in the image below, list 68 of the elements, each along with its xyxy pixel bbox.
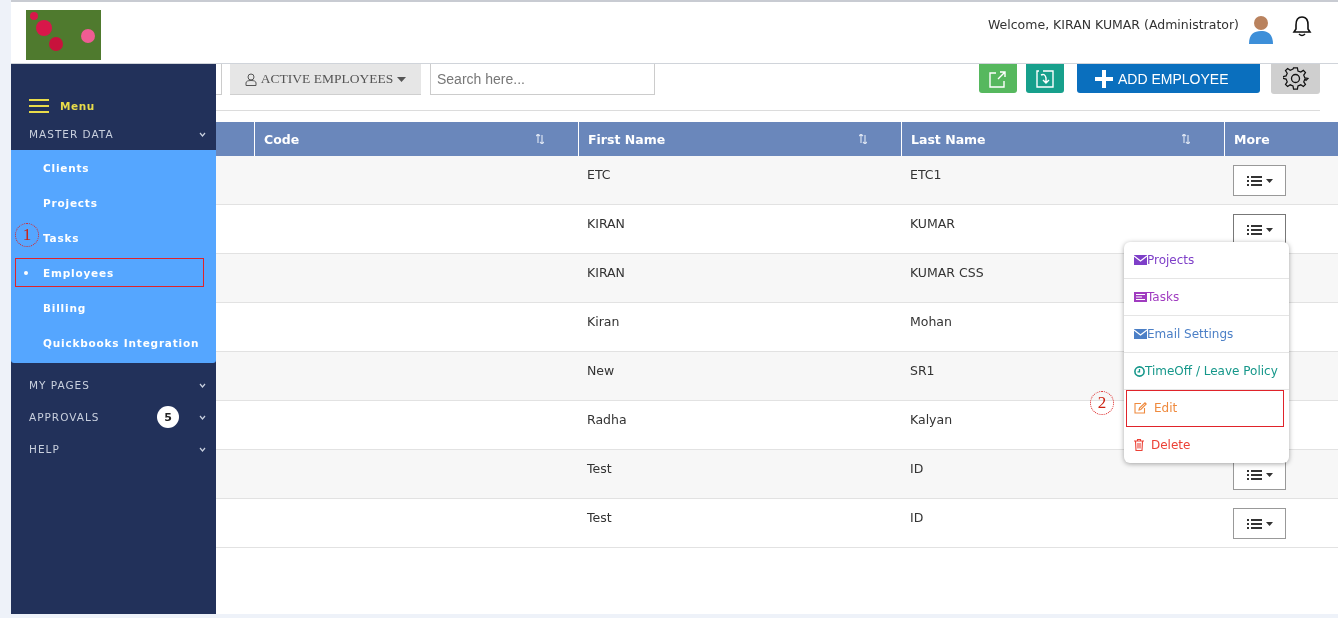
caret-icon: [397, 76, 407, 82]
table-cell: KUMAR: [910, 216, 956, 231]
clock-icon: [1134, 365, 1145, 377]
list-caret-icon: [1246, 175, 1273, 186]
user-avatar-icon[interactable]: [1248, 14, 1274, 44]
edit-icon: [1134, 402, 1147, 414]
filter-dropdown[interactable]: ACTIVE EMPLOYEES: [230, 64, 421, 95]
list-icon: [1134, 292, 1147, 302]
table-cell: KIRAN: [587, 216, 625, 231]
count-badge: 5: [157, 406, 179, 428]
sidebar-item[interactable]: Clients: [43, 157, 90, 178]
search-field[interactable]: Search here...: [430, 64, 655, 95]
menu-item[interactable]: Delete: [1124, 427, 1289, 463]
sidebar-section[interactable]: APPROVALS 5: [11, 401, 216, 433]
table-cell: KUMAR CSS: [910, 265, 984, 280]
chevron-icon: [199, 446, 206, 452]
welcome-text: Welcome, KIRAN KUMAR (Administrator): [987, 16, 1239, 32]
column-heading: More: [1234, 131, 1270, 147]
table-cell: New: [587, 363, 615, 378]
export-icon: [988, 68, 1008, 89]
column-heading: Code: [264, 131, 300, 147]
chevron-icon: [199, 414, 206, 420]
table-cell: ID: [910, 510, 924, 525]
sort-icon[interactable]: [536, 134, 544, 144]
bell-icon[interactable]: [1292, 15, 1312, 37]
add-employee-button[interactable]: ADD EMPLOYEE: [1077, 64, 1260, 93]
sidebar-section[interactable]: MASTER DATA: [11, 118, 216, 150]
user-icon: [244, 72, 257, 86]
table-cell: SR1: [910, 363, 935, 378]
menu-item[interactable]: Edit: [1126, 390, 1284, 427]
settings-button[interactable]: [1271, 64, 1320, 94]
settings-icon: [1282, 66, 1309, 92]
list-caret-icon: [1246, 224, 1273, 235]
table-cell: ETC1: [910, 167, 942, 182]
import-icon: [1035, 68, 1055, 89]
table-cell: Kalyan: [910, 412, 953, 427]
column-heading: Last Name: [911, 131, 986, 147]
table-cell: Mohan: [910, 314, 952, 329]
sort-icon[interactable]: [859, 134, 867, 144]
menu-toggle[interactable]: Menu: [11, 94, 216, 118]
column-heading: First Name: [588, 131, 666, 147]
table-cell: Test: [587, 510, 612, 525]
plus-icon: [1094, 68, 1114, 89]
chevron-icon: [199, 382, 206, 388]
menu-icon: [29, 98, 49, 114]
table-cell: ETC: [587, 167, 611, 182]
sidebar-item[interactable]: Quickbooks Integration: [43, 332, 200, 353]
sort-icon[interactable]: [1182, 134, 1190, 144]
list-caret-icon: [1246, 518, 1273, 529]
menu-item[interactable]: Email Settings: [1124, 316, 1289, 353]
sidebar-item[interactable]: Projects: [43, 192, 98, 213]
row-actions-button[interactable]: [1233, 165, 1286, 196]
trash-icon: [1134, 439, 1144, 451]
sidebar-item[interactable]: Tasks: [43, 227, 80, 248]
table-cell: Radha: [587, 412, 627, 427]
chevron-icon: [199, 131, 206, 137]
row-actions-button[interactable]: [1233, 508, 1286, 539]
list-caret-icon: [1246, 469, 1273, 480]
table-cell: Kiran: [587, 314, 620, 329]
table-cell: Test: [587, 461, 612, 476]
sidebar-item[interactable]: Billing: [43, 297, 86, 318]
envelope-icon: [1134, 255, 1147, 265]
sidebar-section[interactable]: MY PAGES: [11, 369, 216, 401]
sidebar-section[interactable]: HELP: [11, 433, 216, 465]
table-cell: ID: [910, 461, 924, 476]
envelope-icon: [1134, 329, 1147, 339]
sidebar-item[interactable]: Employees: [15, 258, 204, 287]
table-cell: KIRAN: [587, 265, 625, 280]
